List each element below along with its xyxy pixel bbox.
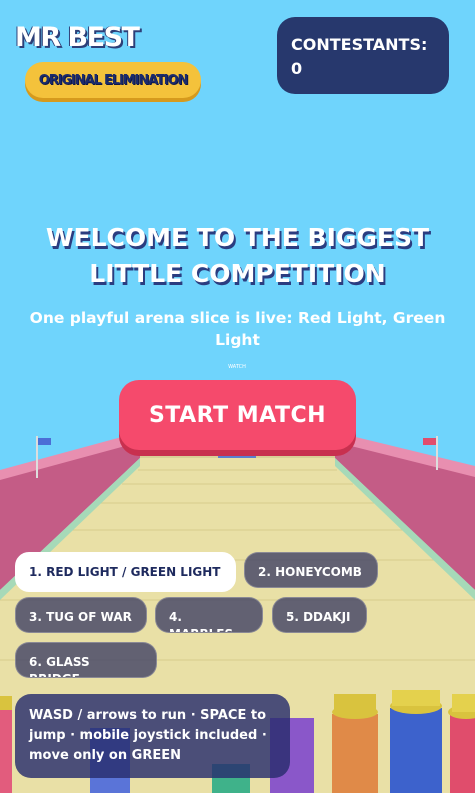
start-match-button[interactable]: START MATCH [119,380,356,450]
game-tab-red-light[interactable]: 1. RED LIGHT / GREEN LIGHT [15,552,236,592]
game-tab-marbles[interactable]: 4. MARBLES [155,597,263,633]
welcome-headline: WELCOME TO THE BIGGEST LITTLE COMPETITIO… [45,223,430,288]
contestants-count: 0 [291,59,303,78]
contestants-label: CONTESTANTS: [291,35,428,54]
game-tab-ddakji[interactable]: 5. DDAKJI [272,597,367,633]
game-tab-honeycomb[interactable]: 2. HONEYCOMB [244,552,378,588]
mode-badge: ORIGINAL ELIMINATION [25,62,201,98]
controls-help: WASD / arrows to run · SPACE to jump · m… [15,694,290,778]
contestants-panel: CONTESTANTS: 0 [277,17,449,94]
tagline: One playful arena slice is live: Red Lig… [29,309,446,349]
brand-title: MR BEST [15,22,140,53]
game-tab-tug-of-war[interactable]: 3. TUG OF WAR [15,597,147,633]
tiny-label: WATCH [228,364,246,370]
game-tab-glass-bridge[interactable]: 6. GLASS BRIDGE [15,642,157,678]
